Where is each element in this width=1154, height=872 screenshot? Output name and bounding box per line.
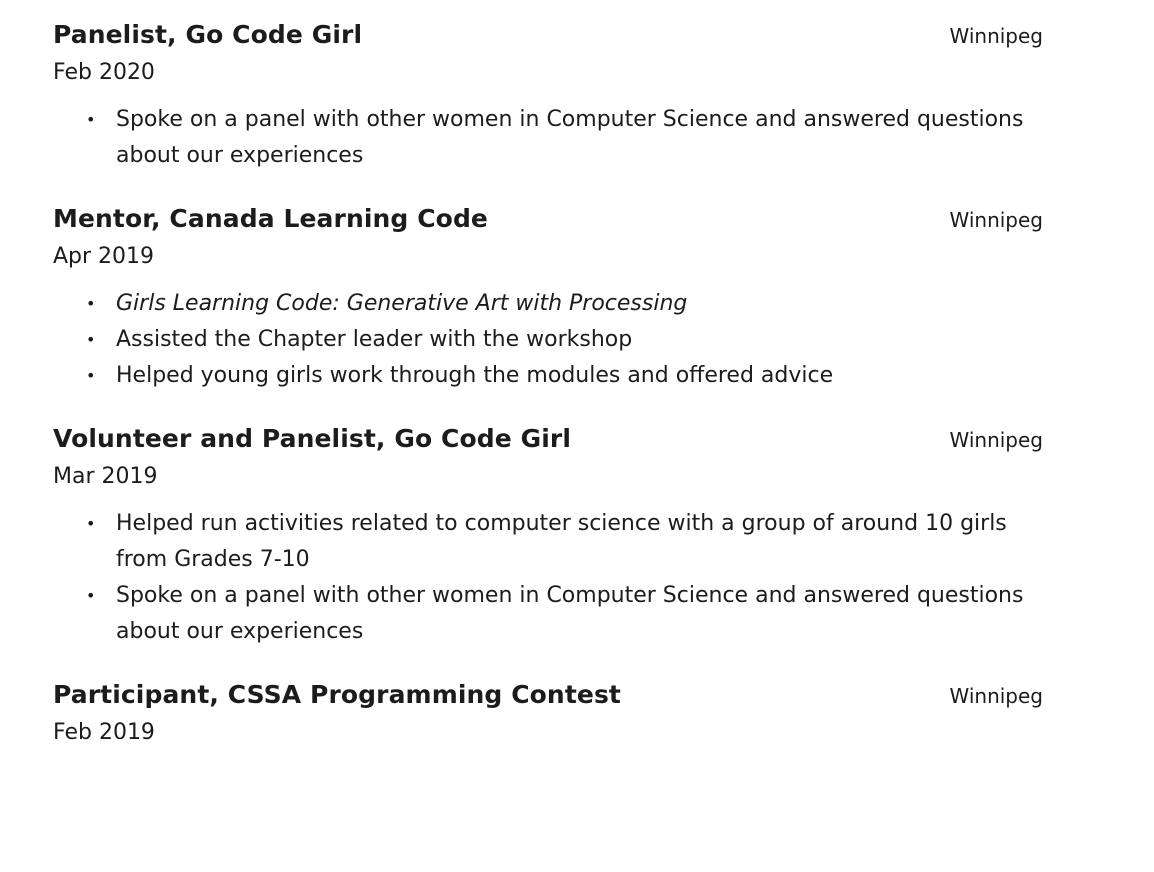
entry-header: Panelist, Go Code Girl Winnipeg — [53, 18, 1043, 56]
entry-date: Apr 2019 — [53, 244, 155, 269]
bullet-dot-icon: • — [86, 366, 96, 385]
bullet-dot-icon: • — [86, 330, 96, 349]
entry-canada-learning-code-mentor: Mentor, Canada Learning Code Winnipeg Ap… — [53, 202, 1043, 394]
bullet-item: • Spoke on a panel with other women in C… — [53, 102, 1036, 174]
entry-title: Panelist, Go Code Girl — [53, 20, 363, 49]
bullet-item: • Assisted the Chapter leader with the w… — [53, 322, 1036, 358]
bullet-text: Spoke on a panel with other women in Com… — [116, 583, 1024, 644]
entry-go-code-girl-panelist: Panelist, Go Code Girl Winnipeg Feb 2020… — [53, 18, 1043, 174]
entry-bullets: • Helped run activities related to compu… — [53, 506, 1043, 650]
entry-go-code-girl-volunteer: Volunteer and Panelist, Go Code Girl Win… — [53, 422, 1043, 650]
entry-header: Participant, CSSA Programming Contest Wi… — [53, 678, 1043, 716]
bullet-dot-icon: • — [86, 294, 96, 313]
bullet-item: • Helped young girls work through the mo… — [53, 358, 1036, 394]
entry-title: Mentor, Canada Learning Code — [53, 204, 488, 233]
bullet-text: Spoke on a panel with other women in Com… — [116, 107, 1024, 168]
bullet-item: • Girls Learning Code: Generative Art wi… — [53, 286, 1036, 322]
entry-location: Winnipeg — [949, 428, 1044, 452]
bullet-text: Assisted the Chapter leader with the wor… — [116, 327, 633, 352]
bullet-text: Helped young girls work through the modu… — [116, 363, 834, 388]
entry-location: Winnipeg — [949, 24, 1044, 48]
bullet-item: • Spoke on a panel with other women in C… — [53, 578, 1036, 650]
experience-list: Panelist, Go Code Girl Winnipeg Feb 2020… — [53, 18, 1043, 750]
entry-bullets: • Spoke on a panel with other women in C… — [53, 102, 1043, 174]
entry-header: Volunteer and Panelist, Go Code Girl Win… — [53, 422, 1043, 460]
bullet-item: • Helped run activities related to compu… — [53, 506, 1036, 578]
entry-bullets: • Girls Learning Code: Generative Art wi… — [53, 286, 1043, 394]
entry-title: Volunteer and Panelist, Go Code Girl — [53, 424, 571, 453]
entry-header: Mentor, Canada Learning Code Winnipeg — [53, 202, 1043, 240]
entry-cssa-programming-contest: Participant, CSSA Programming Contest Wi… — [53, 678, 1043, 750]
entry-date: Mar 2019 — [53, 464, 158, 489]
bullet-dot-icon: • — [86, 110, 96, 129]
bullet-dot-icon: • — [86, 514, 96, 533]
entry-date: Feb 2019 — [53, 720, 155, 745]
entry-location: Winnipeg — [949, 684, 1044, 708]
bullet-text: Helped run activities related to compute… — [116, 511, 1007, 572]
entry-title: Participant, CSSA Programming Contest — [53, 680, 621, 709]
entry-date: Feb 2020 — [53, 60, 155, 85]
bullet-text: Girls Learning Code: Generative Art with… — [116, 291, 688, 316]
bullet-dot-icon: • — [86, 586, 96, 605]
entry-location: Winnipeg — [949, 208, 1044, 232]
